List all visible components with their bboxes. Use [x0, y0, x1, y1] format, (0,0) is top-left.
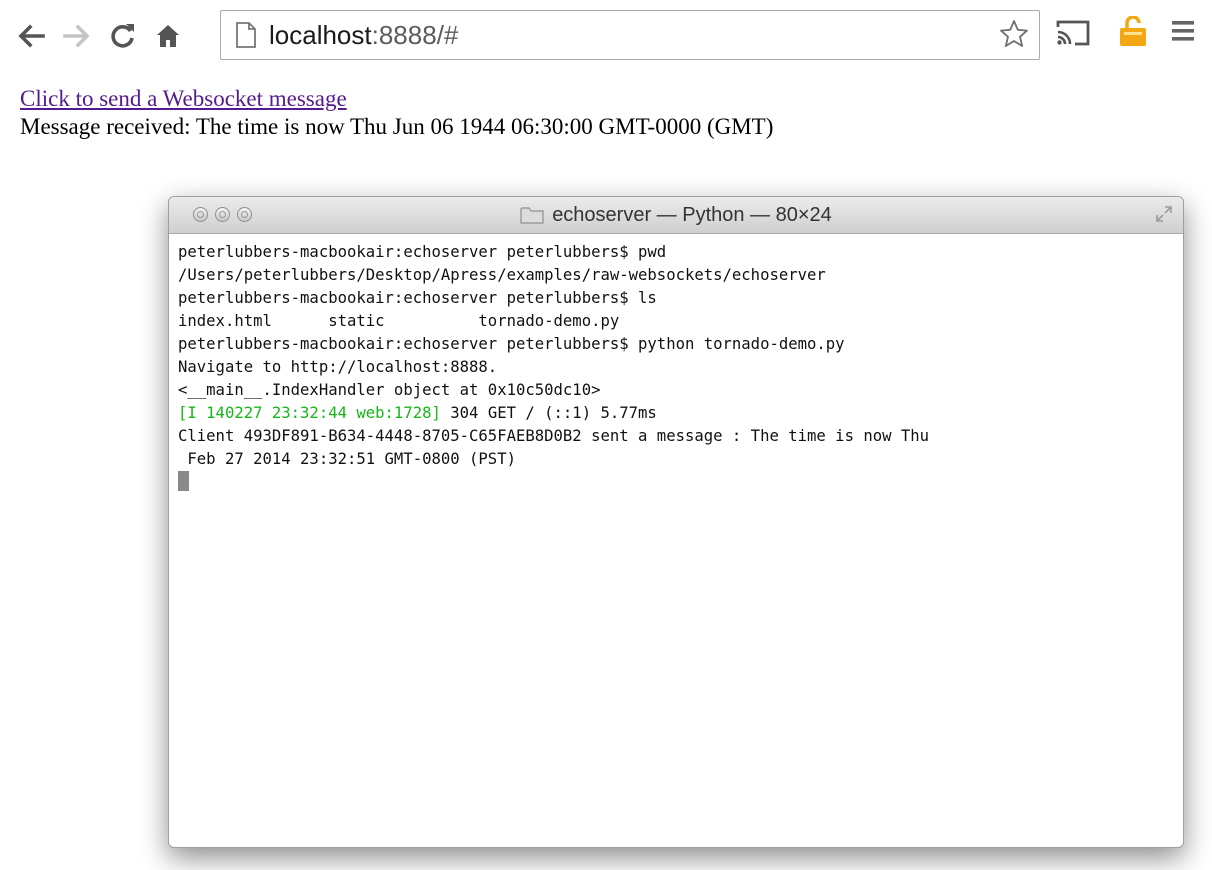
home-button[interactable]	[148, 12, 188, 60]
home-icon	[157, 25, 179, 47]
back-arrow-icon	[18, 24, 45, 48]
terminal-title-text: echoserver — Python — 80×24	[552, 203, 832, 226]
terminal-cursor-line	[178, 471, 1177, 494]
terminal-line: peterlubbers-macbookair:echoserver peter…	[178, 289, 657, 307]
star-icon[interactable]	[999, 19, 1029, 49]
log-prefix: [I 140227 23:32:44 web:1728]	[178, 404, 441, 422]
send-websocket-message-link[interactable]: Click to send a Websocket message	[20, 85, 347, 113]
forward-arrow-icon	[63, 24, 90, 48]
url-host: localhost	[269, 20, 372, 50]
cast-icon[interactable]	[1055, 18, 1091, 48]
terminal-title: echoserver — Python — 80×24	[169, 197, 1183, 233]
terminal-line: index.html static tornado-demo.py	[178, 312, 620, 330]
terminal-line: peterlubbers-macbookair:echoserver peter…	[178, 243, 667, 261]
extension-icon[interactable]	[1118, 16, 1148, 48]
terminal-line: Feb 27 2014 23:32:51 GMT-0800 (PST)	[178, 450, 516, 468]
back-button[interactable]	[12, 12, 50, 60]
browser-toolbar: localhost:8888/#	[0, 0, 1212, 78]
terminal-line: Client 493DF891-B634-4448-8705-C65FAEB8D…	[178, 427, 930, 445]
log-rest: 304 GET / (::1) 5.77ms	[440, 404, 657, 422]
url-path: :8888/#	[371, 20, 459, 50]
terminal-line: /Users/peterlubbers/Desktop/Apress/examp…	[178, 266, 826, 284]
forward-button[interactable]	[58, 12, 96, 60]
address-bar[interactable]: localhost:8888/#	[220, 10, 1040, 60]
terminal-titlebar[interactable]: echoserver — Python — 80×24	[169, 197, 1183, 234]
hamburger-menu-icon[interactable]	[1170, 18, 1196, 44]
terminal-output[interactable]: peterlubbers-macbookair:echoserver peter…	[178, 241, 1177, 494]
terminal-line: <__main__.IndexHandler object at 0x10c50…	[178, 381, 601, 399]
terminal-line: peterlubbers-macbookair:echoserver peter…	[178, 335, 845, 353]
fullscreen-icon[interactable]	[1155, 205, 1173, 223]
terminal-line: Navigate to http://localhost:8888.	[178, 358, 498, 376]
folder-icon	[520, 207, 544, 224]
terminal-cursor	[178, 471, 189, 491]
reload-icon	[111, 24, 134, 48]
message-received-text: Message received: The time is now Thu Ju…	[20, 114, 774, 139]
page-icon	[236, 22, 256, 48]
reload-button[interactable]	[104, 12, 142, 60]
terminal-log-line: [I 140227 23:32:44 web:1728] 304 GET / (…	[178, 402, 1177, 425]
url-text: localhost:8888/#	[269, 19, 458, 51]
terminal-window: echoserver — Python — 80×24 peterlubbers…	[168, 196, 1184, 848]
